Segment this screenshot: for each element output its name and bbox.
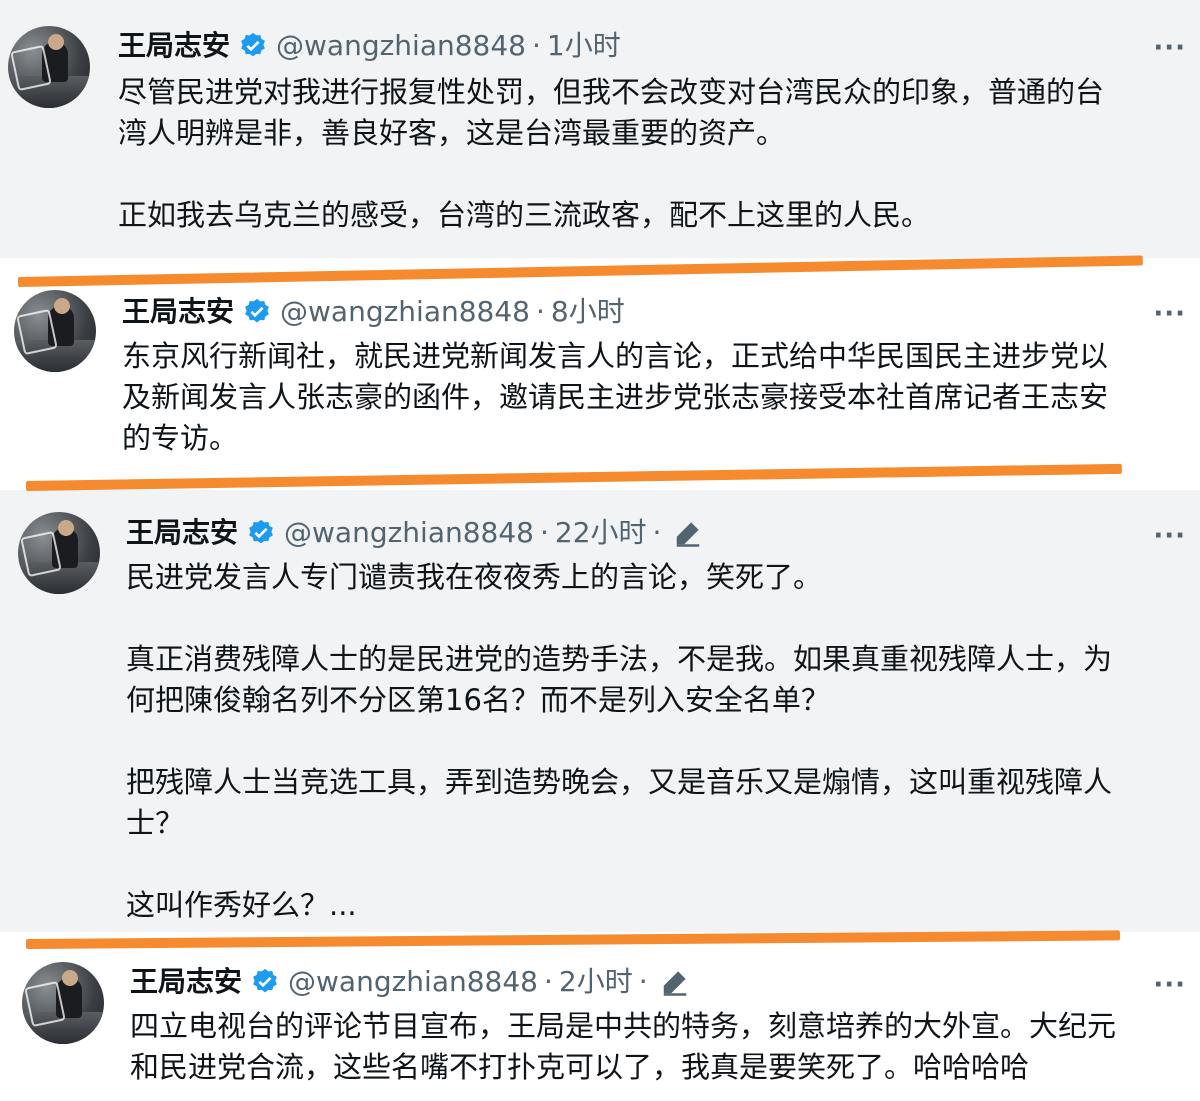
separator-dot: · (535, 295, 545, 328)
author-handle[interactable]: @wangzhian8848 (284, 516, 534, 550)
separator-dot: · (543, 965, 553, 998)
tweet-text: 民进党发言人专门谴责我在夜夜秀上的言论，笑死了。 真正消费残障人士的是民进党的造… (126, 560, 1113, 922)
separator-dot: · (531, 29, 541, 62)
more-dots-icon[interactable]: ··· (1153, 301, 1186, 327)
author-name[interactable]: 王局志安 (130, 965, 242, 999)
author-name[interactable]: 王局志安 (126, 516, 238, 550)
avatar[interactable] (22, 962, 104, 1044)
timestamp[interactable]: 22小时 (555, 516, 647, 550)
separator-dot: · (652, 516, 662, 549)
tweet-header: 王局志安 @wangzhian8848 · 8小时 (122, 295, 625, 329)
tweet-card[interactable]: 王局志安 @wangzhian8848 · 1小时 ··· 尽管民进党对我进行报… (0, 0, 1200, 258)
tweet-header: 王局志安 @wangzhian8848 · 1小时 (118, 29, 621, 63)
more-dots-icon[interactable]: ··· (1153, 523, 1186, 549)
verified-badge-icon (245, 298, 269, 323)
author-name[interactable]: 王局志安 (122, 295, 234, 329)
tweet-card[interactable]: 王局志安 @wangzhian8848 · 22小时 · ··· 民进党发言人专… (0, 490, 1200, 932)
more-dots-icon[interactable]: ··· (1153, 35, 1186, 61)
avatar[interactable] (8, 26, 90, 108)
tweet-card[interactable]: 王局志安 @wangzhian8848 · 2小时 · ··· 四立电视台的评论… (0, 942, 1200, 1101)
timestamp[interactable]: 2小时 (559, 965, 633, 999)
verified-badge-icon (253, 968, 277, 993)
edit-pencil-icon[interactable] (660, 967, 690, 997)
avatar[interactable] (14, 290, 96, 372)
author-handle[interactable]: @wangzhian8848 (276, 29, 526, 63)
avatar[interactable] (18, 512, 100, 594)
tweet-text: 四立电视台的评论节目宣布，王局是中共的特务，刻意培养的大外宣。大纪元 和民进党合… (130, 1009, 1117, 1084)
tweet-header: 王局志安 @wangzhian8848 · 2小时 · (130, 965, 690, 999)
verified-badge-icon (249, 519, 273, 544)
edit-pencil-icon[interactable] (673, 518, 703, 548)
tweet-header: 王局志安 @wangzhian8848 · 22小时 · (126, 516, 703, 550)
separator-dot: · (539, 516, 549, 549)
author-handle[interactable]: @wangzhian8848 (288, 965, 538, 999)
tweet-text: 尽管民进党对我进行报复性处罚，但我不会改变对台湾民众的印象，普通的台 湾人明辨是… (118, 75, 1105, 232)
verified-badge-icon (241, 32, 265, 57)
tweet-text: 东京风行新闻社，就民进党新闻发言人的言论，正式给中华民国民主进步党以 及新闻发言… (122, 339, 1109, 455)
screenshot-collage: 王局志安 @wangzhian8848 · 1小时 ··· 尽管民进党对我进行报… (0, 0, 1200, 1101)
author-name[interactable]: 王局志安 (118, 29, 230, 63)
timestamp[interactable]: 8小时 (551, 295, 625, 329)
tweet-card[interactable]: 王局志安 @wangzhian8848 · 8小时 ··· 东京风行新闻社，就民… (0, 268, 1200, 480)
author-handle[interactable]: @wangzhian8848 (280, 295, 530, 329)
separator-dot: · (638, 965, 648, 998)
timestamp[interactable]: 1小时 (547, 29, 621, 63)
more-dots-icon[interactable]: ··· (1153, 972, 1186, 998)
